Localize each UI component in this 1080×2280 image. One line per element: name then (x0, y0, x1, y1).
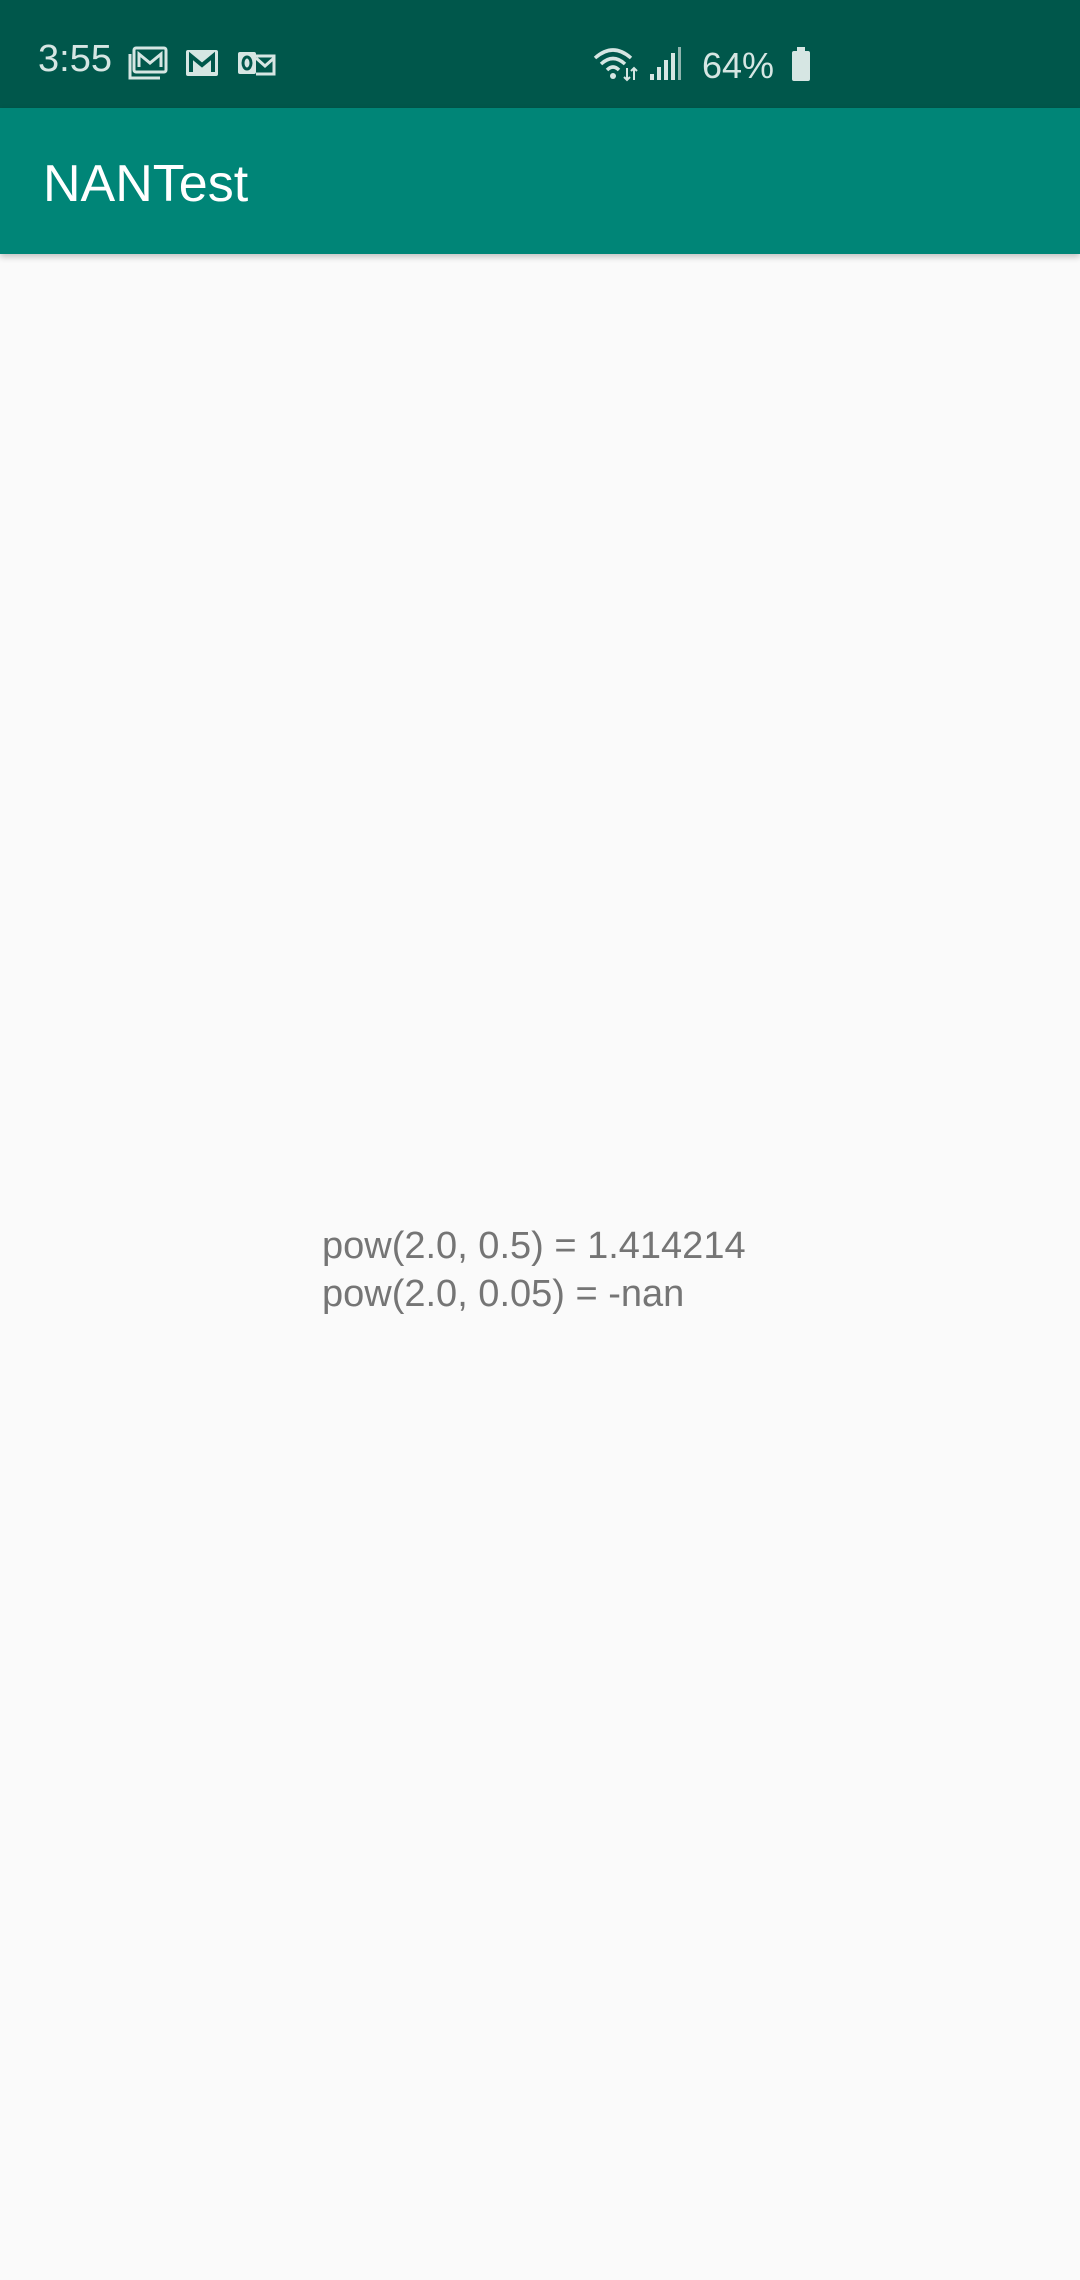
notification-icons (128, 46, 276, 80)
outlook-icon (236, 46, 276, 80)
app-title: NANTest (43, 155, 249, 213)
wifi-icon (592, 44, 638, 89)
status-right-group: 64% (592, 44, 812, 88)
app-bar: NANTest (0, 108, 1080, 254)
signal-icon (648, 46, 682, 87)
result-line-nan: pow(2.0, 0.05) = -nan (322, 1273, 685, 1315)
battery-icon (790, 46, 812, 87)
status-bar: 3:55 64% (0, 0, 1080, 108)
result-line-sqrt: pow(2.0, 0.5) = 1.414214 (322, 1225, 746, 1267)
battery-percent: 64% (702, 45, 775, 86)
gallery-mail-icon (128, 46, 168, 80)
status-time: 3:55 (38, 38, 112, 80)
gmail-icon (182, 46, 222, 80)
result-text: pow(2.0, 0.5) = 1.414214 pow(2.0, 0.05) … (322, 1222, 746, 1318)
